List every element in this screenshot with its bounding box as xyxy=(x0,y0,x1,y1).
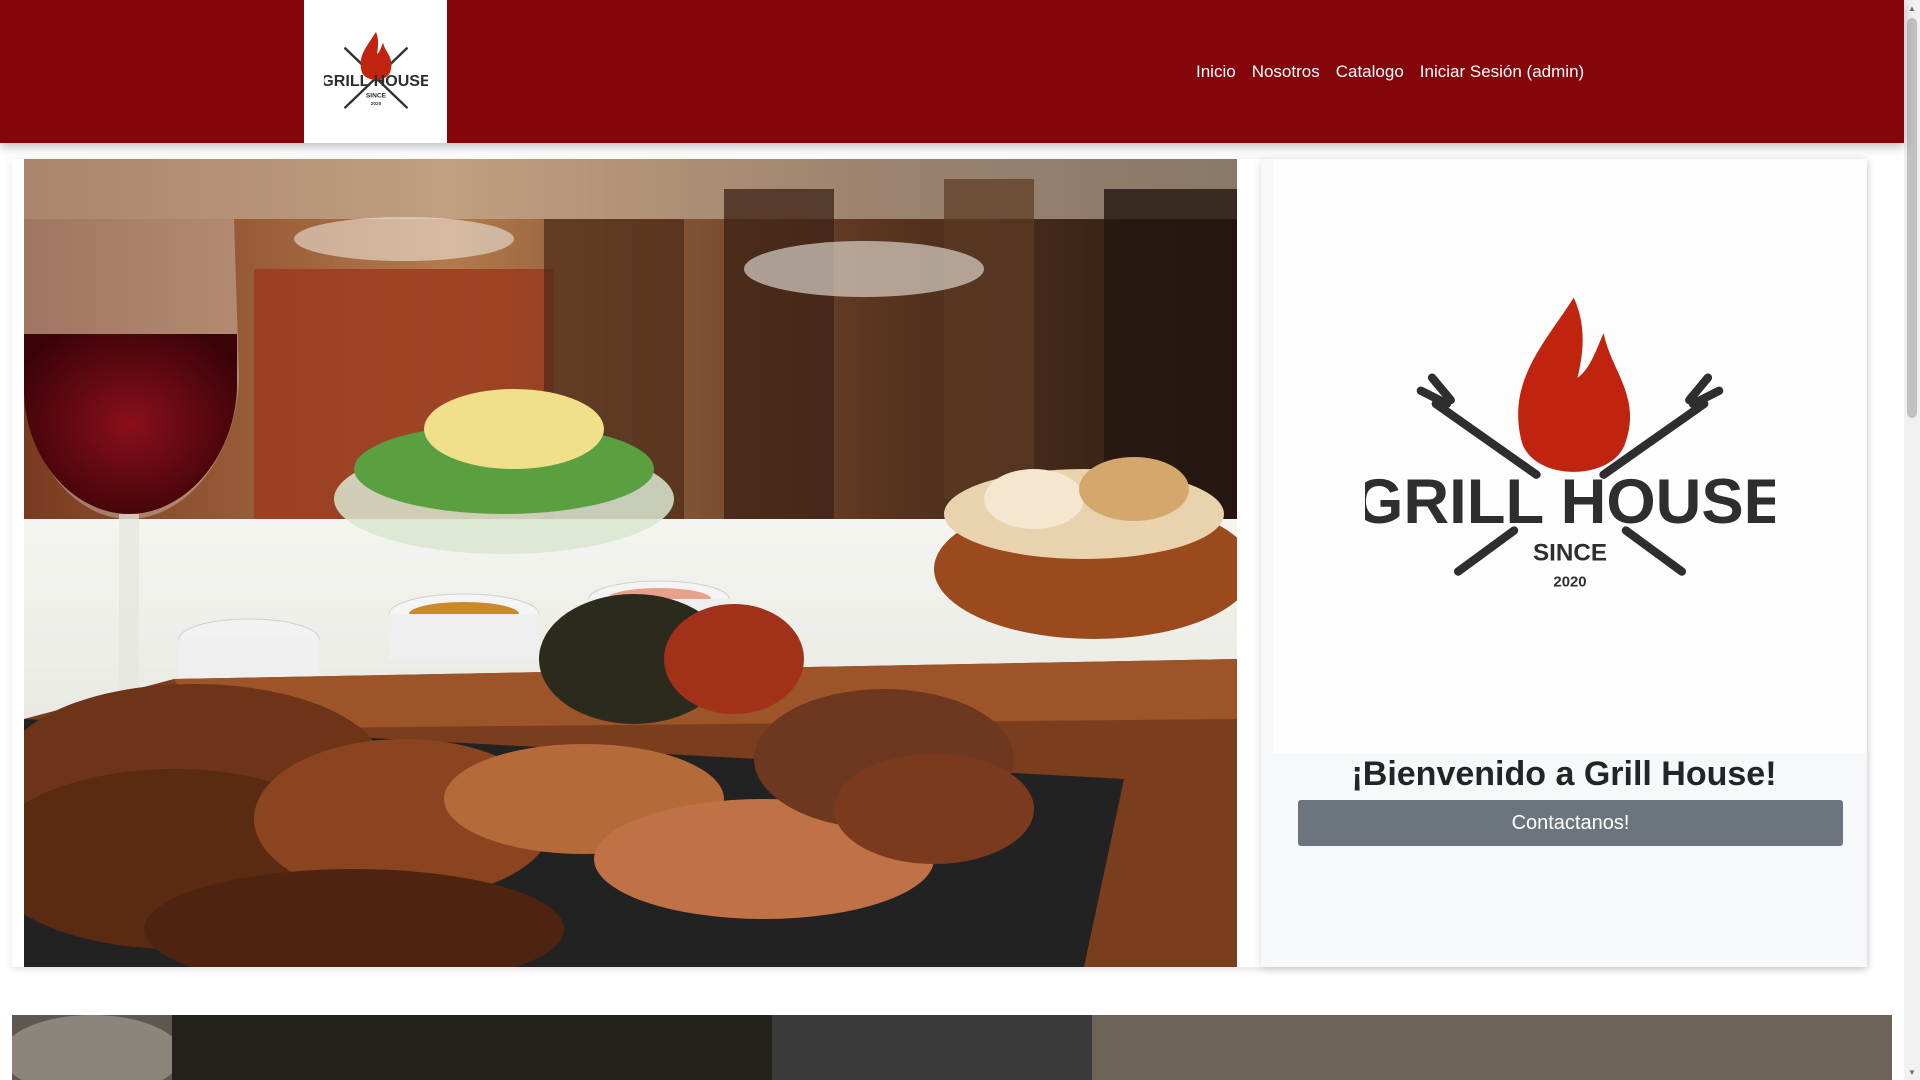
card-logo-text-main: GRILL HOUSE xyxy=(1365,467,1775,537)
contact-button[interactable]: Contactanos! xyxy=(1298,800,1843,846)
logo-text-year: 2020 xyxy=(370,101,381,107)
grill-house-logo: GRILL HOUSE SINCE 2020 xyxy=(324,31,428,109)
welcome-card: GRILL HOUSE SINCE 2020 ¡Bienvenido a Gri… xyxy=(1261,159,1867,967)
vertical-scrollbar[interactable]: ▲ ▼ xyxy=(1904,0,1920,1080)
card-logo-text-year: 2020 xyxy=(1553,574,1586,590)
scrollbar-thumb[interactable] xyxy=(1907,18,1917,418)
nav-link-catalogo[interactable]: Catalogo xyxy=(1336,62,1404,82)
nav-link-inicio[interactable]: Inicio xyxy=(1196,62,1236,82)
welcome-heading: ¡Bienvenido a Grill House! xyxy=(1351,755,1777,793)
grill-house-logo: GRILL HOUSE SINCE 2020 xyxy=(1365,297,1775,590)
navbar: GRILL HOUSE SINCE 2020 Inicio Nosotros C… xyxy=(0,0,1904,143)
hero-food-photo xyxy=(24,159,1237,967)
nav-link-iniciar-sesion[interactable]: Iniciar Sesión (admin) xyxy=(1420,62,1584,82)
scroll-down-arrow-icon[interactable]: ▼ xyxy=(1904,1064,1920,1080)
logo-text-main: GRILL HOUSE xyxy=(324,72,428,90)
nav-link-nosotros[interactable]: Nosotros xyxy=(1252,62,1320,82)
hero-section: GRILL HOUSE SINCE 2020 ¡Bienvenido a Gri… xyxy=(12,159,1867,967)
card-logo-text-since: SINCE xyxy=(1533,539,1607,566)
page: GRILL HOUSE SINCE 2020 Inicio Nosotros C… xyxy=(0,0,1920,1080)
flame-icon xyxy=(1518,297,1631,472)
logo-text-since: SINCE xyxy=(365,92,386,99)
scroll-up-arrow-icon[interactable]: ▲ xyxy=(1904,0,1920,16)
card-logo-image: GRILL HOUSE SINCE 2020 xyxy=(1273,159,1867,753)
navbar-logo[interactable]: GRILL HOUSE SINCE 2020 xyxy=(304,0,447,143)
secondary-banner-photo xyxy=(12,1015,1892,1080)
nav-links: Inicio Nosotros Catalogo Iniciar Sesión … xyxy=(1196,0,1584,143)
